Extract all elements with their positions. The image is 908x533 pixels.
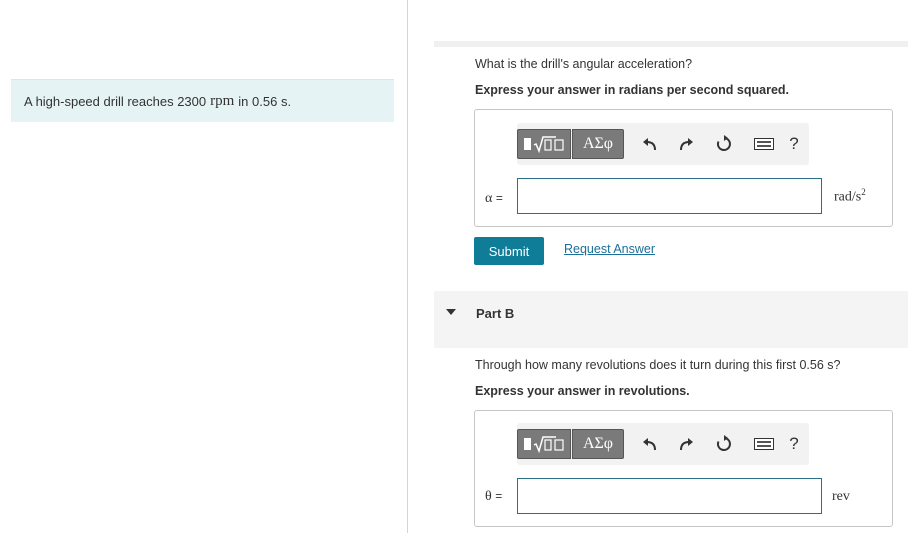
pane-divider bbox=[407, 0, 408, 533]
greek-symbols-button[interactable]: ΑΣφ bbox=[572, 429, 624, 459]
keyboard-icon[interactable] bbox=[753, 133, 775, 155]
part-b-variable-label: θ = bbox=[485, 489, 503, 504]
request-answer-link[interactable]: Request Answer bbox=[564, 242, 655, 256]
part-b-unit: rev bbox=[832, 489, 850, 504]
templates-button[interactable] bbox=[517, 429, 571, 459]
part-b-instruction: Express your answer in revolutions. bbox=[475, 384, 690, 398]
part-a-unit: rad/s2 bbox=[834, 187, 866, 205]
collapse-caret-icon[interactable] bbox=[446, 309, 456, 315]
templates-icon bbox=[524, 436, 564, 454]
part-b-question: Through how many revolutions does it tur… bbox=[475, 358, 841, 372]
part-b-answer-input[interactable] bbox=[517, 478, 822, 514]
part-a-header-band bbox=[434, 41, 908, 47]
submit-button[interactable]: Submit bbox=[474, 237, 544, 265]
undo-icon[interactable] bbox=[639, 433, 661, 455]
greek-symbols-button[interactable]: ΑΣφ bbox=[572, 129, 624, 159]
templates-button[interactable] bbox=[517, 129, 571, 159]
part-b-answer-box: ΑΣφ ? θ = rev bbox=[474, 410, 893, 527]
problem-statement: A high-speed drill reaches 2300 rpm in 0… bbox=[11, 79, 394, 122]
part-a-variable-label: α = bbox=[485, 191, 503, 206]
reset-icon[interactable] bbox=[713, 133, 735, 155]
part-a-answer-input[interactable] bbox=[517, 178, 822, 214]
templates-icon bbox=[524, 136, 564, 154]
part-a-answer-box: ΑΣφ ? α = rad/s2 bbox=[474, 109, 893, 227]
redo-icon[interactable] bbox=[675, 133, 697, 155]
part-a-math-toolbar: ΑΣφ ? bbox=[517, 123, 809, 165]
keyboard-icon[interactable] bbox=[753, 433, 775, 455]
reset-icon[interactable] bbox=[713, 433, 735, 455]
help-icon[interactable]: ? bbox=[783, 433, 805, 455]
undo-icon[interactable] bbox=[639, 133, 661, 155]
part-b-label: Part B bbox=[476, 306, 515, 321]
part-a-instruction: Express your answer in radians per secon… bbox=[475, 83, 790, 97]
redo-icon[interactable] bbox=[675, 433, 697, 455]
help-icon[interactable]: ? bbox=[783, 133, 805, 155]
part-a-question: What is the drill's angular acceleration… bbox=[475, 57, 693, 71]
problem-text-after: in 0.56 s. bbox=[238, 93, 292, 109]
problem-unit: rpm bbox=[210, 92, 235, 109]
part-b-math-toolbar: ΑΣφ ? bbox=[517, 423, 809, 465]
problem-text-before: A high-speed drill reaches 2300 bbox=[24, 93, 207, 109]
